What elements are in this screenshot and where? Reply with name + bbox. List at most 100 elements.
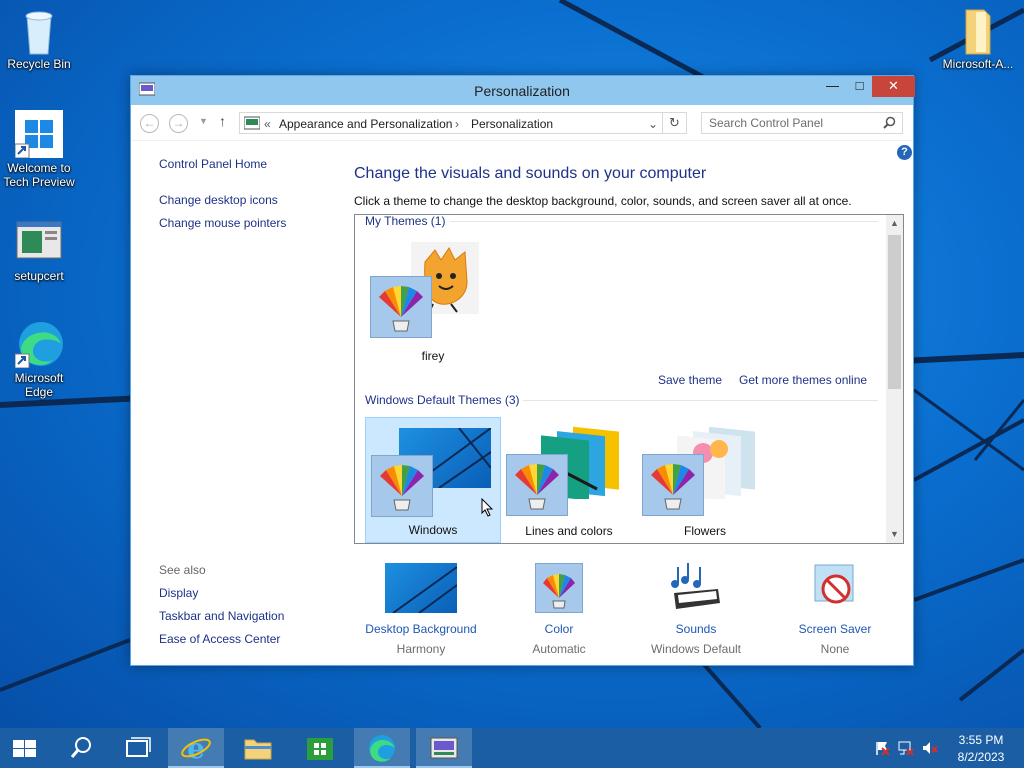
help-icon[interactable]: ? xyxy=(897,145,912,160)
taskbar-internet-explorer[interactable]: e xyxy=(168,728,224,768)
desktop-icon-label: Welcome to Tech Preview xyxy=(3,161,75,189)
folder-icon xyxy=(244,739,272,760)
desktop-background-setting[interactable]: Desktop Background Harmony xyxy=(351,563,491,656)
group-divider xyxy=(523,400,878,401)
maximize-button[interactable]: □ xyxy=(846,76,873,97)
setting-value: Automatic xyxy=(532,642,586,656)
windows-logo-icon xyxy=(14,110,63,159)
setting-label[interactable]: Sounds xyxy=(626,622,766,636)
clock-date[interactable]: 8/2/2023 xyxy=(946,750,1016,764)
edge-icon xyxy=(14,320,63,369)
get-more-themes-link[interactable]: Get more themes online xyxy=(739,373,867,387)
desktop-icon-label: setupcert xyxy=(14,269,64,283)
theme-list: My Themes (1) firey Save theme Get more … xyxy=(354,214,904,544)
desktop-background-thumbnail xyxy=(385,563,458,614)
my-themes-header: My Themes (1) xyxy=(365,214,446,228)
search-button[interactable] xyxy=(52,728,108,768)
save-theme-link[interactable]: Save theme xyxy=(658,373,722,387)
desktop-icon-welcome[interactable]: Welcome to Tech Preview xyxy=(0,110,78,189)
theme-tile-windows[interactable]: Windows xyxy=(365,417,501,543)
desktop-icon-setupcert[interactable]: setupcert xyxy=(0,218,78,283)
search-icon[interactable] xyxy=(883,116,896,129)
back-button[interactable]: ← xyxy=(140,114,159,133)
default-themes-header: Windows Default Themes (3) xyxy=(365,393,520,407)
start-button[interactable] xyxy=(0,728,50,768)
address-bar[interactable]: « Appearance and Personalization › Perso… xyxy=(239,112,663,134)
personalization-window: Personalization — □ ✕ ← → ▼ ↑ « Appearan… xyxy=(130,75,915,666)
control-panel-home-link[interactable]: Control Panel Home xyxy=(159,157,267,171)
desktop-icon-recycle-bin[interactable]: Recycle Bin xyxy=(0,6,78,71)
breadcrumb-personalization[interactable]: Personalization xyxy=(471,117,553,131)
title-bar[interactable]: Personalization — □ ✕ xyxy=(131,76,915,105)
network-icon[interactable] xyxy=(898,740,914,756)
taskbar-control-panel[interactable] xyxy=(416,728,472,768)
control-panel-icon xyxy=(244,116,260,130)
group-divider xyxy=(450,221,878,222)
scroll-thumb[interactable] xyxy=(888,235,901,389)
windows-start-icon xyxy=(13,740,36,757)
color-palette-icon xyxy=(370,276,432,338)
forward-button[interactable]: → xyxy=(169,114,188,133)
internet-explorer-icon: e xyxy=(181,732,211,765)
theme-tile-firey[interactable]: firey xyxy=(365,237,501,363)
search-input[interactable] xyxy=(702,113,872,133)
desktop-icon-edge[interactable]: Microsoft Edge xyxy=(0,320,78,399)
close-button[interactable]: ✕ xyxy=(872,76,915,97)
taskbar-store[interactable] xyxy=(292,728,348,768)
display-link[interactable]: Display xyxy=(159,586,198,600)
setting-value: Harmony xyxy=(396,642,446,656)
scroll-up-icon[interactable]: ▲ xyxy=(886,215,903,232)
ease-of-access-link[interactable]: Ease of Access Center xyxy=(159,632,280,646)
color-palette-icon xyxy=(371,455,433,517)
setting-value: None xyxy=(820,642,850,656)
store-icon xyxy=(307,738,333,760)
sounds-piano-icon xyxy=(660,563,732,613)
application-window-icon xyxy=(15,218,63,266)
action-center-flag-icon[interactable] xyxy=(874,740,890,756)
theme-list-scrollbar[interactable]: ▲ ▼ xyxy=(886,215,903,543)
change-desktop-icons-link[interactable]: Change desktop icons xyxy=(159,193,278,207)
search-icon xyxy=(70,737,91,758)
theme-tile-lines-and-colors[interactable]: Lines and colors xyxy=(501,417,637,543)
setting-label[interactable]: Color xyxy=(489,622,629,636)
color-setting[interactable]: Color Automatic xyxy=(489,563,629,656)
desktop-icon-folder[interactable]: Microsoft-A... xyxy=(935,6,1021,71)
see-also-heading: See also xyxy=(159,563,206,577)
sounds-setting[interactable]: Sounds Windows Default xyxy=(626,563,766,656)
minimize-button[interactable]: — xyxy=(819,76,846,97)
task-view-icon xyxy=(126,737,151,757)
taskbar-navigation-link[interactable]: Taskbar and Navigation xyxy=(159,609,284,623)
setting-value: Windows Default xyxy=(650,642,742,656)
up-button[interactable]: ↑ xyxy=(219,113,226,129)
desktop-icon-label: Microsoft-A... xyxy=(942,57,1014,71)
taskbar-edge[interactable] xyxy=(354,728,410,768)
change-mouse-pointers-link[interactable]: Change mouse pointers xyxy=(159,216,286,230)
recent-pages-dropdown[interactable]: ▼ xyxy=(199,116,208,126)
breadcrumb-appearance[interactable]: Appearance and Personalization xyxy=(279,117,452,131)
page-subtitle: Click a theme to change the desktop back… xyxy=(354,194,852,208)
address-dropdown-icon[interactable]: ⌄ xyxy=(648,117,658,131)
breadcrumb-separator: › xyxy=(455,117,459,131)
edge-icon xyxy=(369,735,395,762)
scroll-down-icon[interactable]: ▼ xyxy=(886,526,903,543)
theme-name: Flowers xyxy=(683,524,726,538)
theme-name: Windows xyxy=(408,523,458,537)
setting-label[interactable]: Screen Saver xyxy=(765,622,905,636)
screen-saver-icon xyxy=(799,563,871,613)
page-title: Change the visuals and sounds on your co… xyxy=(354,165,707,182)
window-title: Personalization xyxy=(474,83,570,99)
color-palette-icon xyxy=(642,454,704,516)
setting-label[interactable]: Desktop Background xyxy=(351,622,491,636)
taskbar-file-explorer[interactable] xyxy=(230,728,286,768)
theme-name: firey xyxy=(421,349,445,363)
breadcrumb-overflow[interactable]: « xyxy=(264,117,271,131)
color-palette-icon xyxy=(506,454,568,516)
volume-muted-icon[interactable] xyxy=(922,740,938,756)
control-panel-icon xyxy=(430,737,458,759)
screen-saver-setting[interactable]: Screen Saver None xyxy=(765,563,905,656)
recycle-bin-icon xyxy=(15,6,63,55)
task-view-button[interactable] xyxy=(110,728,166,768)
clock-time[interactable]: 3:55 PM xyxy=(946,733,1016,747)
theme-tile-flowers[interactable]: Flowers xyxy=(637,417,773,543)
refresh-button[interactable]: ↻ xyxy=(663,112,687,134)
